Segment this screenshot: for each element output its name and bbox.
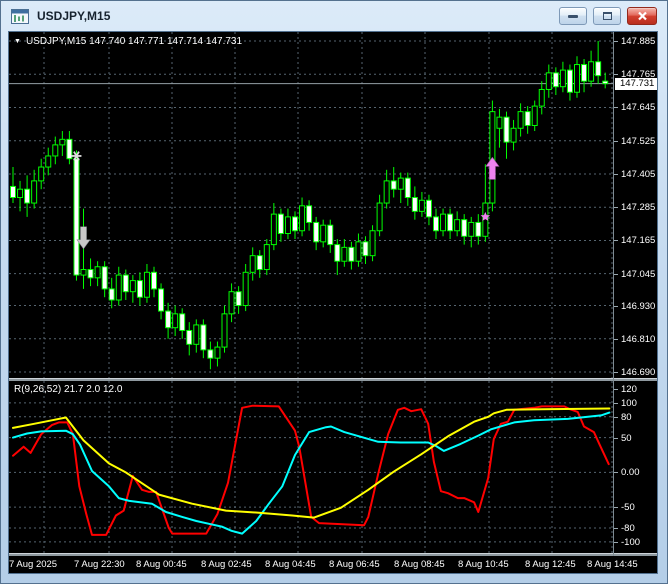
close-button[interactable]	[627, 7, 657, 25]
price-axis-label: 146.930	[621, 301, 656, 312]
restore-button[interactable]	[593, 7, 621, 25]
time-axis-label: 8 Aug 12:45	[525, 559, 576, 570]
time-axis-label: 8 Aug 10:45	[458, 559, 509, 570]
time-axis-label: 7 Aug 2025	[9, 559, 58, 570]
minimize-button[interactable]	[559, 7, 587, 25]
indicator-axis-label: -100	[621, 537, 641, 548]
indicator-label: R(9,26,52) 21.7 2.0 12.0	[14, 384, 123, 395]
price-axis-tick	[614, 107, 618, 108]
price-chart[interactable]	[9, 32, 613, 378]
price-axis-tick	[614, 240, 618, 241]
indicator-axis-label: 100	[621, 398, 637, 409]
titlebar[interactable]: USDJPY,M15	[1, 1, 667, 31]
indicator-axis-tick	[614, 542, 618, 543]
ohlc-text: USDJPY,M15 147.740 147.771 147.714 147.7…	[25, 36, 243, 47]
window-title: USDJPY,M15	[37, 9, 111, 23]
restore-icon	[602, 12, 612, 20]
indicator-axis-tick	[614, 403, 618, 404]
time-axis-label: 8 Aug 00:45	[136, 559, 187, 570]
indicator-axis-tick	[614, 438, 618, 439]
indicator-axis-label: 0.00	[621, 467, 640, 478]
chart-client-area: ▼ USDJPY,M15 147.740 147.771 147.714 147…	[9, 32, 657, 573]
time-axis-label: 8 Aug 14:45	[587, 559, 638, 570]
price-axis-label: 147.405	[621, 169, 656, 180]
close-icon	[637, 11, 647, 21]
price-axis-tick	[614, 274, 618, 275]
window-controls	[559, 7, 657, 25]
price-axis-tick	[614, 207, 618, 208]
chart-ohlc-header: ▼ USDJPY,M15 147.740 147.771 147.714 147…	[14, 36, 242, 47]
indicator-chart[interactable]	[9, 381, 613, 553]
price-axis-label: 146.690	[621, 367, 656, 378]
price-axis-label: 147.645	[621, 102, 656, 113]
price-axis-label: 147.885	[621, 36, 656, 47]
time-axis-label: 8 Aug 02:45	[201, 559, 252, 570]
terminal-window: USDJPY,M15 ▼ USDJPY,M15 147.740 147.771 …	[0, 0, 668, 584]
indicator-axis-label: 120	[621, 384, 637, 395]
price-axis-tick	[614, 41, 618, 42]
price-axis-label: 147.165	[621, 235, 656, 246]
price-axis-tick	[614, 141, 618, 142]
time-axis-label: 8 Aug 06:45	[329, 559, 380, 570]
price-axis-tick	[614, 174, 618, 175]
indicator-axis-label: 50	[621, 433, 632, 444]
price-axis-tick	[614, 339, 618, 340]
minimize-icon	[568, 14, 578, 18]
price-axis-tick	[614, 74, 618, 75]
indicator-axis-tick	[614, 507, 618, 508]
indicator-axis-label: -80	[621, 523, 635, 534]
price-axis-label: 147.285	[621, 202, 656, 213]
indicator-axis-tick	[614, 417, 618, 418]
price-axis-label: 147.525	[621, 136, 656, 147]
time-axis[interactable]: 7 Aug 2025 7 Aug 22:30 8 Aug 00:45 8 Aug 02…	[9, 556, 657, 573]
price-axis-label: 147.045	[621, 269, 656, 280]
price-axis-tick	[614, 306, 618, 307]
chart-window-icon	[11, 8, 29, 24]
symbol-dropdown-icon[interactable]: ▼	[14, 37, 21, 47]
indicator-axis-label: 80	[621, 412, 632, 423]
price-axis[interactable]: 147.731 147.885 147.765 147.645 147.525 147.…	[613, 32, 657, 556]
time-axis-label: 8 Aug 04:45	[265, 559, 316, 570]
time-axis-label: 7 Aug 22:30	[74, 559, 125, 570]
indicator-axis-tick	[614, 472, 618, 473]
price-axis-label: 147.765	[621, 69, 656, 80]
price-axis-label: 146.810	[621, 334, 656, 345]
indicator-axis-tick	[614, 528, 618, 529]
indicator-axis-label: -50	[621, 502, 635, 513]
time-axis-label: 8 Aug 08:45	[394, 559, 445, 570]
indicator-axis-tick	[614, 389, 618, 390]
price-axis-tick	[614, 372, 618, 373]
